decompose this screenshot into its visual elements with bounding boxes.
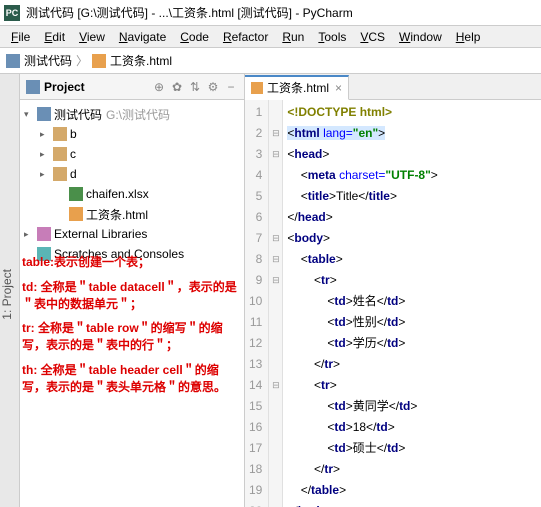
panel-title: Project bbox=[44, 80, 152, 94]
menu-code[interactable]: Code bbox=[173, 28, 216, 46]
tree-file[interactable]: chaifen.xlsx bbox=[20, 184, 244, 204]
editor-area: 工资条.html × 12345678910111213141516171819… bbox=[245, 74, 541, 507]
panel-button[interactable]: − bbox=[224, 80, 238, 94]
menu-navigate[interactable]: Navigate bbox=[112, 28, 173, 46]
main-area: 1: Project Project ⊕ ✿ ⇅ ⚙− 测试代码G:\测试代码bcdc… bbox=[0, 74, 541, 507]
menu-file[interactable]: File bbox=[4, 28, 37, 46]
html-file-icon bbox=[251, 82, 263, 94]
tree-root[interactable]: 测试代码G:\测试代码 bbox=[20, 104, 244, 124]
project-tree: 测试代码G:\测试代码bcdchaifen.xlsx工资条.htmlExtern… bbox=[20, 100, 244, 268]
panel-header: Project ⊕ ✿ ⇅ ⚙− bbox=[20, 74, 244, 100]
breadcrumb-root[interactable]: 测试代码 bbox=[24, 52, 72, 69]
breadcrumb: 测试代码 〉 工资条.html bbox=[0, 48, 541, 74]
panel-toolbar: ⊕ ✿ ⇅ ⚙− bbox=[152, 80, 238, 94]
window-title: 测试代码 [G:\测试代码] - ...\工资条.html [测试代码] - P… bbox=[26, 4, 353, 21]
menu-tools[interactable]: Tools bbox=[311, 28, 353, 46]
html-file-icon bbox=[92, 54, 106, 68]
panel-button[interactable]: ⊕ bbox=[152, 80, 166, 94]
breadcrumb-file[interactable]: 工资条.html bbox=[110, 52, 172, 69]
tree-external-libraries[interactable]: External Libraries bbox=[20, 224, 244, 244]
tree-dir-b[interactable]: b bbox=[20, 124, 244, 144]
menu-run[interactable]: Run bbox=[275, 28, 311, 46]
code-editor[interactable]: 123456789101112131415161718192021 ⊟⊟⊟⊟⊟⊟… bbox=[245, 100, 541, 507]
fold-gutter[interactable]: ⊟⊟⊟⊟⊟⊟ bbox=[269, 100, 283, 507]
chevron-right-icon: 〉 bbox=[76, 52, 88, 69]
menu-view[interactable]: View bbox=[72, 28, 112, 46]
annotation-text: tr: 全称是＂table row＂的缩写＂的缩写，表示的是＂表中的行＂； bbox=[22, 320, 242, 354]
project-panel: Project ⊕ ✿ ⇅ ⚙− 测试代码G:\测试代码bcdchaifen.xlsx… bbox=[20, 74, 245, 507]
panel-button[interactable]: ✿ bbox=[170, 80, 184, 94]
menu-vcs[interactable]: VCS bbox=[353, 28, 392, 46]
tree-dir-c[interactable]: c bbox=[20, 144, 244, 164]
menu-edit[interactable]: Edit bbox=[37, 28, 72, 46]
tab-active[interactable]: 工资条.html × bbox=[245, 75, 349, 100]
line-gutter: 123456789101112131415161718192021 bbox=[245, 100, 269, 507]
menu-window[interactable]: Window bbox=[392, 28, 449, 46]
pycharm-icon: PC bbox=[4, 5, 20, 21]
tree-dir-d[interactable]: d bbox=[20, 164, 244, 184]
menubar: FileEditViewNavigateCodeRefactorRunTools… bbox=[0, 26, 541, 48]
menu-help[interactable]: Help bbox=[449, 28, 488, 46]
menu-refactor[interactable]: Refactor bbox=[216, 28, 275, 46]
source-text[interactable]: <!DOCTYPE html><html lang="en"><head> <m… bbox=[283, 100, 541, 507]
annotation-text: th: 全称是＂table header cell＂的缩写，表示的是＂表头单元格… bbox=[22, 362, 242, 396]
annotation-text: td: 全称是＂table datacell＂，表示的是＂表中的数据单元＂； bbox=[22, 279, 242, 313]
folder-icon bbox=[6, 54, 20, 68]
annotation-overlay: table:表示创建一个表； td: 全称是＂table datacell＂，表示… bbox=[22, 254, 242, 404]
panel-button[interactable]: ⇅ bbox=[188, 80, 202, 94]
close-icon[interactable]: × bbox=[335, 81, 342, 95]
project-icon bbox=[26, 80, 40, 94]
project-tool-tab[interactable]: 1: Project bbox=[0, 74, 20, 507]
panel-button[interactable]: ⚙ bbox=[206, 80, 220, 94]
annotation-text: table:表示创建一个表； bbox=[22, 254, 242, 271]
editor-tabs: 工资条.html × bbox=[245, 74, 541, 100]
titlebar: PC 测试代码 [G:\测试代码] - ...\工资条.html [测试代码] … bbox=[0, 0, 541, 26]
tree-file[interactable]: 工资条.html bbox=[20, 204, 244, 224]
tab-label: 工资条.html bbox=[267, 79, 329, 96]
